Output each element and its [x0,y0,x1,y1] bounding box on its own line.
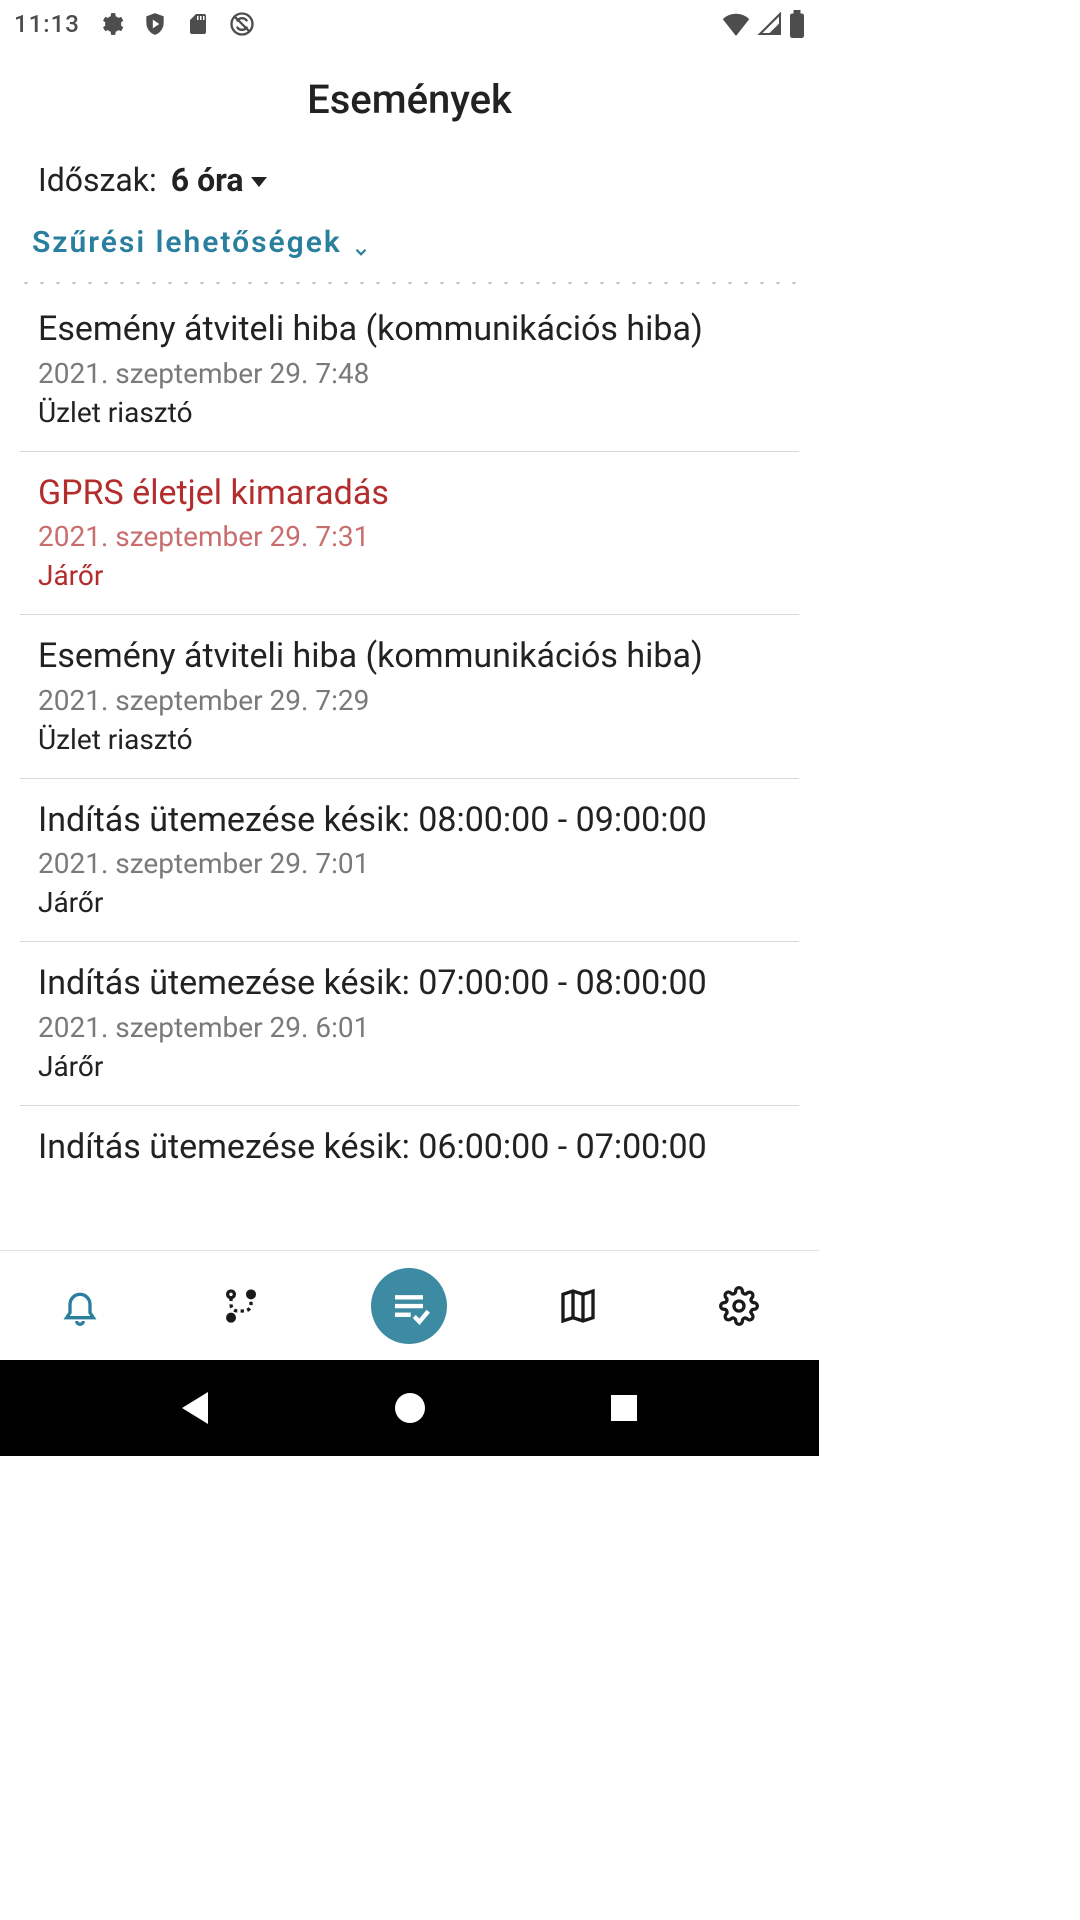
event-title: Esemény átviteli hiba (kommunikációs hib… [38,635,781,678]
event-title: Esemény átviteli hiba (kommunikációs hib… [38,308,781,351]
caret-down-icon [251,177,267,187]
filter-label: Szűrési lehetőségek [32,225,342,260]
dotted-divider [18,282,801,284]
android-soft-keys [0,1360,819,1456]
event-source: Járőr [38,559,781,592]
event-date: 2021. szeptember 29. 7:31 [38,520,781,553]
period-dropdown[interactable]: 6 óra [171,161,268,199]
home-key[interactable] [390,1388,430,1428]
event-source: Járőr [38,886,781,919]
event-item[interactable]: Esemény átviteli hiba (kommunikációs hib… [20,615,799,779]
event-date: 2021. szeptember 29. 7:29 [38,684,781,717]
sd-card-icon [186,11,210,37]
filter-toggle[interactable]: Szűrési lehetőségek [0,209,819,282]
nav-events-active[interactable] [371,1268,447,1344]
event-item[interactable]: Indítás ütemezése késik: 08:00:00 - 09:0… [20,779,799,943]
gear-icon [98,11,124,37]
status-bar: 11:13 [0,0,819,48]
nav-map[interactable] [548,1276,608,1336]
event-date: 2021. szeptember 29. 7:48 [38,357,781,390]
back-triangle-icon [182,1392,208,1424]
event-date: 2021. szeptember 29. 6:01 [38,1011,781,1044]
status-right-cluster [721,10,805,38]
event-title: Indítás ütemezése késik: 07:00:00 - 08:0… [38,962,781,1005]
nav-settings[interactable] [709,1276,769,1336]
shield-play-icon [142,11,168,37]
page-title: Események [0,48,819,143]
wifi-icon [721,12,751,36]
event-list[interactable]: Esemény átviteli hiba (kommunikációs hib… [0,288,819,1250]
event-title: GPRS életjel kimaradás [38,472,781,515]
event-item[interactable]: Indítás ütemezése késik: 06:00:00 - 07:0… [20,1106,799,1179]
period-selector-row: Időszak: 6 óra [0,143,819,209]
home-circle-icon [395,1393,425,1423]
cell-signal-icon [757,12,783,36]
period-label: Időszak: [38,161,157,199]
status-left-cluster: 11:13 [14,10,256,38]
event-title: Indítás ütemezése késik: 08:00:00 - 09:0… [38,799,781,842]
event-title: Indítás ütemezése késik: 06:00:00 - 07:0… [38,1126,781,1169]
battery-icon [789,10,805,38]
status-time: 11:13 [14,10,80,38]
recent-key[interactable] [604,1388,644,1428]
event-source: Üzlet riasztó [38,396,781,429]
chevron-down-icon [352,234,370,252]
recent-square-icon [611,1395,637,1421]
period-value-text: 6 óra [171,161,244,199]
event-item[interactable]: GPRS életjel kimaradás 2021. szeptember … [20,452,799,616]
event-item[interactable]: Indítás ütemezése késik: 07:00:00 - 08:0… [20,942,799,1106]
nav-alerts[interactable] [50,1276,110,1336]
back-key[interactable] [175,1388,215,1428]
nav-route[interactable] [211,1276,271,1336]
event-date: 2021. szeptember 29. 7:01 [38,847,781,880]
event-source: Üzlet riasztó [38,723,781,756]
event-source: Járőr [38,1050,781,1083]
event-item[interactable]: Esemény átviteli hiba (kommunikációs hib… [20,288,799,452]
no-sync-icon [228,10,256,38]
bottom-nav [0,1250,819,1360]
